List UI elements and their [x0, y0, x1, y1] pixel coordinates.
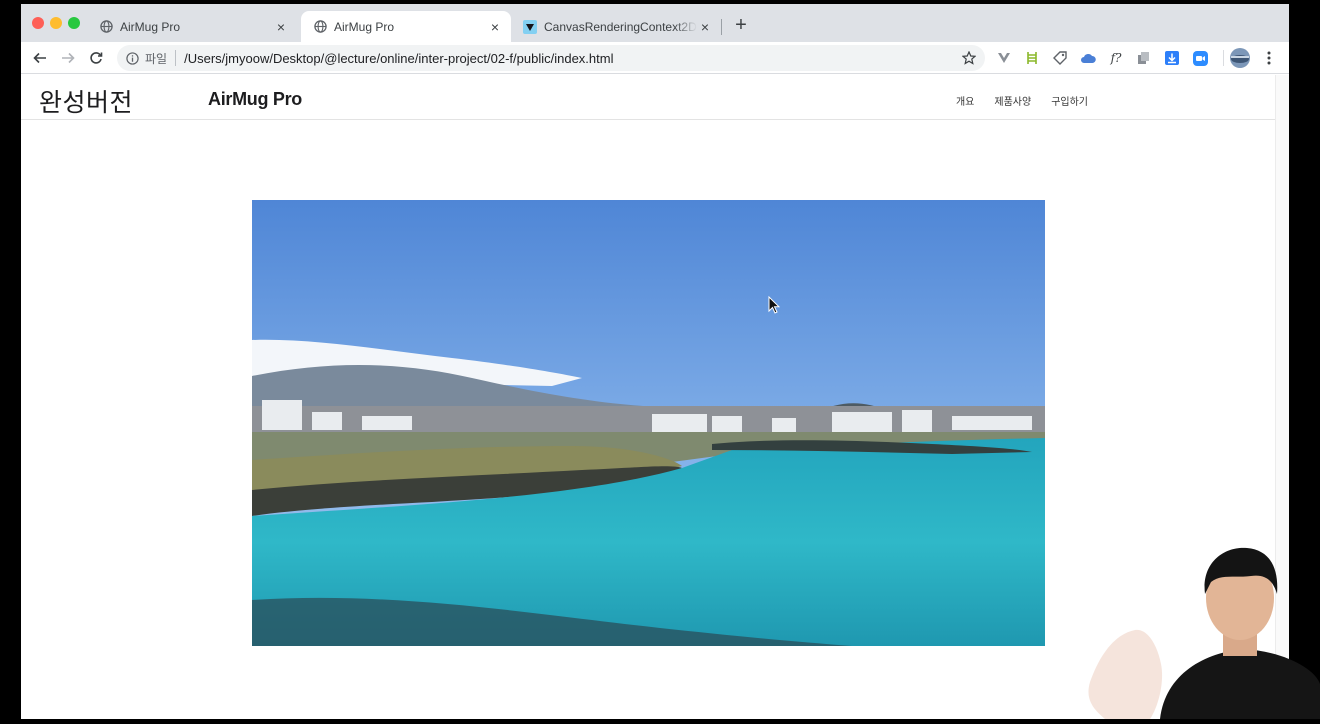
window-close-button[interactable] — [32, 17, 44, 29]
vue-devtools-icon[interactable] — [996, 50, 1012, 66]
fx-icon[interactable]: f? — [1108, 50, 1124, 66]
mdn-icon — [523, 19, 537, 34]
tab-title: AirMug Pro — [334, 19, 395, 34]
nav-divider — [21, 119, 1275, 120]
bookmark-star-icon[interactable] — [961, 50, 977, 66]
info-icon[interactable] — [125, 51, 139, 65]
tab-close-icon[interactable]: × — [487, 19, 503, 35]
tab-airmug-1[interactable]: AirMug Pro × — [87, 11, 297, 42]
tab-mdn-canvas[interactable]: CanvasRenderingContext2D.do × — [511, 11, 721, 42]
copy-icon[interactable] — [1136, 50, 1152, 66]
tab-airmug-active[interactable]: AirMug Pro × — [301, 11, 511, 42]
tab-separator — [721, 19, 722, 35]
profile-avatar[interactable] — [1230, 48, 1250, 68]
nav-link-buy[interactable]: 구입하기 — [1051, 93, 1088, 108]
globe-icon — [313, 20, 327, 34]
address-bar[interactable]: 파일 /Users/jmyoow/Desktop/@lecture/online… — [117, 45, 985, 71]
reload-icon[interactable] — [85, 47, 107, 69]
tab-title: CanvasRenderingContext2D.do — [544, 19, 697, 34]
zoom-icon[interactable] — [1192, 50, 1208, 66]
tab-strip: AirMug Pro × AirMug Pro × CanvasRenderin… — [21, 4, 1289, 42]
hero-image — [252, 200, 1045, 646]
new-tab-button[interactable]: + — [730, 15, 752, 37]
presenter-webcam-overlay — [1065, 534, 1320, 719]
ladder-icon[interactable] — [1024, 50, 1040, 66]
address-divider — [175, 50, 177, 66]
tag-icon[interactable] — [1052, 50, 1068, 66]
tab-close-icon[interactable]: × — [697, 19, 713, 35]
address-url[interactable]: /Users/jmyoow/Desktop/@lecture/online/in… — [184, 51, 961, 66]
download-icon[interactable] — [1164, 50, 1180, 66]
window-minimize-button[interactable] — [50, 17, 62, 29]
cloud-icon[interactable] — [1080, 50, 1096, 66]
address-scheme-label: 파일 — [145, 51, 168, 66]
local-nav: 개요 제품사양 구입하기 — [956, 93, 1088, 108]
tab-title: AirMug Pro — [120, 19, 181, 34]
globe-icon — [99, 20, 113, 34]
window-maximize-button[interactable] — [68, 17, 80, 29]
nav-link-overview[interactable]: 개요 — [956, 93, 974, 108]
browser-toolbar: 파일 /Users/jmyoow/Desktop/@lecture/online… — [21, 42, 1289, 74]
brand-logo[interactable]: AirMug Pro — [208, 89, 302, 110]
mouse-cursor-icon — [768, 295, 781, 314]
back-icon[interactable] — [29, 47, 51, 69]
tab-close-icon[interactable]: × — [273, 19, 289, 35]
menu-icon[interactable] — [1261, 50, 1277, 66]
toolbar-separator — [1223, 50, 1224, 66]
nav-link-specs[interactable]: 제품사양 — [994, 93, 1031, 108]
version-label: 완성버전 — [39, 89, 134, 117]
forward-icon[interactable] — [57, 47, 79, 69]
